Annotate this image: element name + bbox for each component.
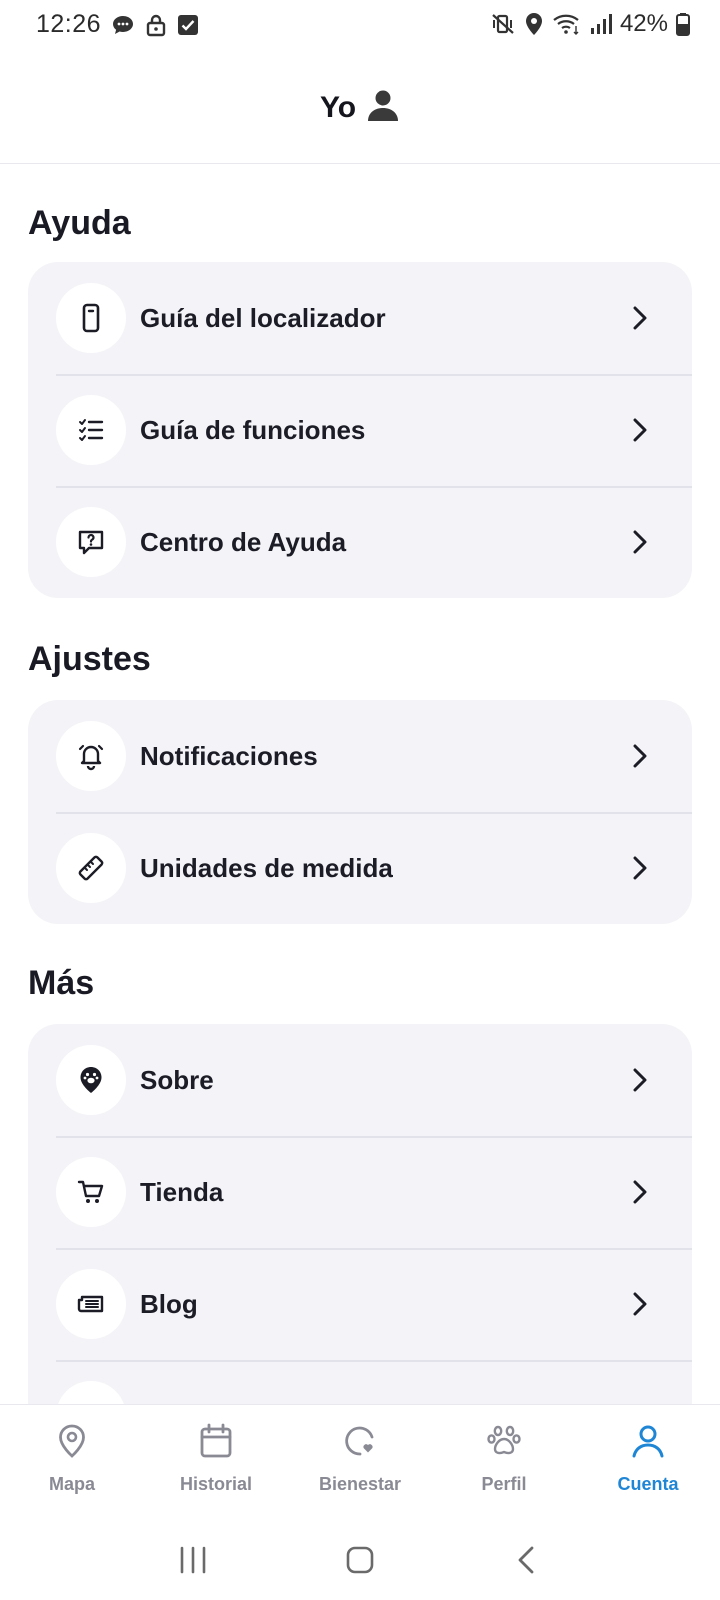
chevron-right-icon [624, 1288, 656, 1320]
system-navigation-bar [0, 1520, 720, 1600]
section-title-help: Ayuda [28, 204, 131, 242]
newspaper-icon [56, 1269, 126, 1339]
more-card: Sobre Tienda Blog [28, 1024, 692, 1424]
location-icon [524, 12, 544, 36]
list-item-label: Guía del localizador [140, 302, 386, 333]
nav-item-history[interactable]: Historial [144, 1405, 288, 1520]
paw-pin-icon [56, 1045, 126, 1115]
battery-icon [676, 12, 690, 36]
cart-icon [56, 1157, 126, 1227]
chevron-right-icon [624, 1064, 656, 1096]
list-item-store[interactable]: Tienda [28, 1136, 692, 1248]
account-icon [630, 1423, 666, 1464]
help-card: Guía del localizador Guía de funciones C… [28, 262, 692, 598]
nav-item-account[interactable]: Cuenta [576, 1405, 720, 1520]
chevron-right-icon [624, 302, 656, 334]
mute-vibrate-icon [490, 12, 516, 36]
battery-percent: 42% [619, 10, 668, 37]
list-item-tracker-guide[interactable]: Guía del localizador [28, 262, 692, 374]
section-title-more: Más [28, 964, 95, 1002]
list-item-notifications[interactable]: Notificaciones [28, 700, 692, 812]
chevron-right-icon [624, 740, 656, 772]
list-item-blog[interactable]: Blog [28, 1248, 692, 1360]
bell-icon [56, 721, 126, 791]
nav-item-wellness[interactable]: Bienestar [288, 1405, 432, 1520]
nav-label: Historial [179, 1474, 253, 1494]
nav-item-map[interactable]: Mapa [0, 1405, 144, 1520]
back-button[interactable] [497, 1538, 557, 1582]
help-chat-icon [56, 507, 126, 577]
nav-label: Bienestar [318, 1474, 402, 1494]
page-title: Yo [319, 90, 357, 124]
list-item-units[interactable]: Unidades de medida [28, 812, 692, 924]
list-item-label: Guía de funciones [140, 414, 366, 445]
nav-label: Mapa [48, 1474, 95, 1494]
list-item-feature-guide[interactable]: Guía de funciones [28, 374, 692, 486]
wifi-icon [552, 12, 582, 36]
status-time: 12:26 [36, 10, 102, 38]
lock-icon [145, 13, 167, 37]
list-item-label: Centro de Ayuda [140, 526, 347, 557]
map-pin-icon [55, 1423, 89, 1464]
settings-card: Notificaciones Unidades de medida [28, 700, 692, 924]
list-item-label: Blog [140, 1288, 198, 1319]
wellness-icon [342, 1423, 378, 1464]
paw-icon [486, 1423, 522, 1464]
app-header: Yo [0, 52, 720, 164]
checklist-icon [56, 395, 126, 465]
calendar-icon [199, 1423, 233, 1464]
nav-label: Perfil [481, 1474, 527, 1494]
person-icon [366, 88, 400, 127]
nav-item-profile[interactable]: Perfil [432, 1405, 576, 1520]
chevron-right-icon [624, 526, 656, 558]
list-item-label: Sobre [140, 1064, 214, 1095]
nav-label: Cuenta [617, 1474, 679, 1494]
bottom-navigation: Mapa Historial Bienestar Perfil Cuenta [0, 1404, 720, 1520]
device-icon [56, 283, 126, 353]
recent-apps-button[interactable] [163, 1538, 223, 1582]
list-item-label: Unidades de medida [140, 852, 393, 883]
chevron-right-icon [624, 852, 656, 884]
home-button[interactable] [330, 1538, 390, 1582]
chevron-right-icon [624, 414, 656, 446]
list-item-help-center[interactable]: Centro de Ayuda [28, 486, 692, 598]
signal-icon [590, 12, 612, 36]
section-title-settings: Ajustes [28, 640, 151, 678]
chevron-right-icon [624, 1176, 656, 1208]
list-item-label: Tienda [140, 1176, 224, 1207]
status-bar: 12:26 42% [0, 0, 720, 52]
check-box-icon [177, 14, 199, 36]
ruler-icon [56, 833, 126, 903]
list-item-about[interactable]: Sobre [28, 1024, 692, 1136]
chat-icon [111, 13, 135, 37]
list-item-label: Notificaciones [140, 740, 318, 771]
